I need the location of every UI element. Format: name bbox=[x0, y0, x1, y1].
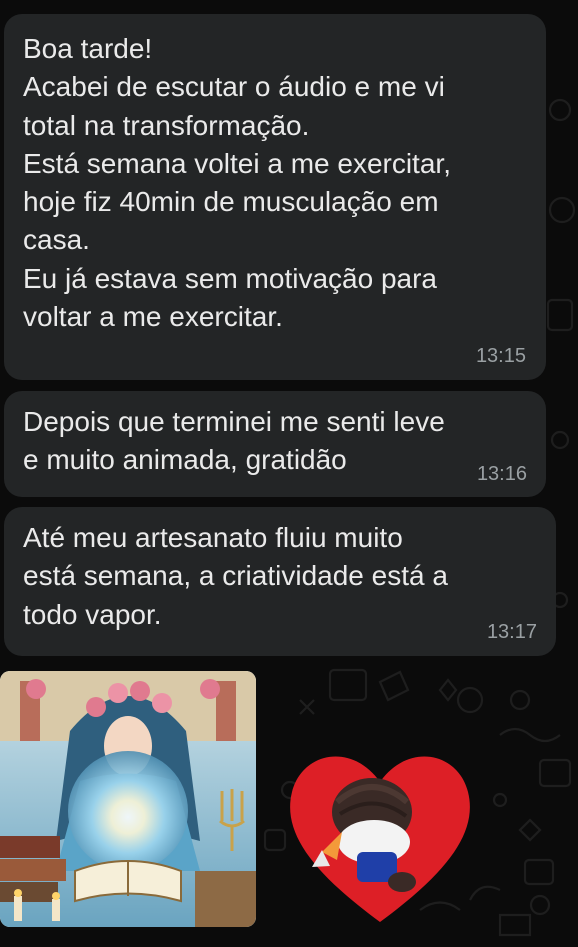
message-bubble[interactable]: Boa tarde! Acabei de escutar o áudio e m… bbox=[4, 14, 546, 380]
message-timestamp: 13:17 bbox=[486, 621, 537, 643]
photo-message[interactable] bbox=[0, 671, 256, 927]
message-bubble[interactable]: Até meu artesanato fluiu muito está sema… bbox=[4, 507, 556, 656]
sticker-message[interactable] bbox=[282, 732, 478, 928]
message-timestamp: 13:16 bbox=[476, 463, 527, 485]
message-text: Depois que terminei me senti leve e muit… bbox=[23, 406, 445, 476]
message-bubble[interactable]: Depois que terminei me senti leve e muit… bbox=[4, 391, 546, 497]
message-text: Boa tarde! Acabei de escutar o áudio e m… bbox=[23, 33, 451, 333]
message-timestamp: 13:15 bbox=[475, 345, 526, 367]
photo-image bbox=[0, 671, 256, 927]
heart-sticker-image bbox=[290, 756, 470, 922]
message-text: Até meu artesanato fluiu muito está sema… bbox=[23, 522, 448, 630]
